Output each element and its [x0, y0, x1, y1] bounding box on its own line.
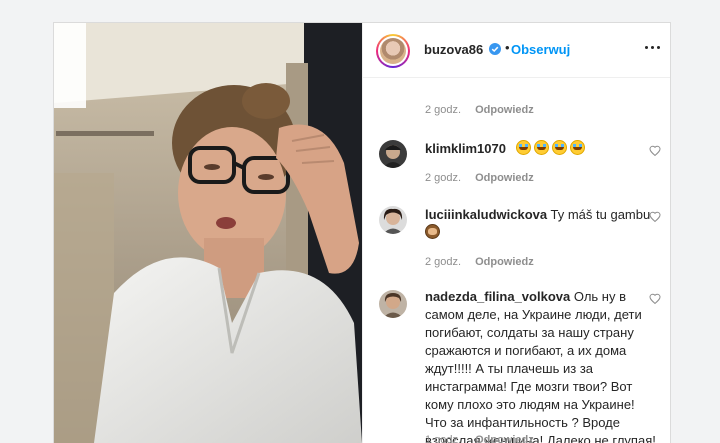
separator-dot: • [505, 40, 510, 55]
post-sidebar: buzova86 • Obserwuj 2 godz. Odpowiedz kl… [362, 23, 670, 443]
instagram-post: buzova86 • Obserwuj 2 godz. Odpowiedz kl… [53, 22, 671, 443]
emoji-group [515, 140, 588, 156]
author-username[interactable]: buzova86 [424, 42, 483, 57]
speak-no-evil-monkey-emoji [425, 224, 440, 239]
comment-meta: 2 godz. Odpowiedz [425, 172, 534, 184]
comment-time: 2 godz. [425, 172, 462, 184]
commenter-avatar[interactable] [379, 140, 407, 168]
grinning-sweat-emoji [515, 140, 531, 155]
commenter-avatar[interactable] [379, 206, 407, 234]
reply-button[interactable]: Odpowiedz [475, 172, 534, 184]
comment-meta: 2 godz. Odpowiedz [425, 256, 534, 268]
heart-icon[interactable] [649, 293, 661, 305]
post-video[interactable] [54, 23, 362, 443]
comment-meta: 2 godz. Odpowiedz [425, 104, 534, 116]
grinning-sweat-emoji [551, 140, 567, 155]
comment-text: klimklim1070 [425, 140, 659, 158]
verified-badge-icon [489, 43, 501, 55]
comment-username[interactable]: nadezda_filina_volkova [425, 289, 570, 304]
post-header: buzova86 • Obserwuj [363, 23, 670, 78]
heart-icon[interactable] [649, 211, 661, 223]
more-options-icon[interactable] [644, 44, 662, 52]
reply-button[interactable]: Odpowiedz [475, 256, 534, 268]
comment-time: 2 godz. [425, 256, 462, 268]
heart-icon[interactable] [649, 145, 661, 157]
grinning-sweat-emoji [569, 140, 585, 155]
comments-list[interactable]: 2 godz. Odpowiedz klimklim1070 2 godz. Odp… [363, 78, 670, 443]
comment-body: Ty máš tu gambu [550, 207, 651, 222]
comment-text: nadezda_filina_volkova Оль ну в самом де… [425, 288, 659, 443]
comment-body: Оль ну в самом деле, на Украине люди, де… [425, 289, 656, 443]
comment-username[interactable]: klimklim1070 [425, 141, 506, 156]
video-frame-image [54, 23, 362, 443]
comment-text: luciiinkaludwickova Ty máš tu gambu [425, 206, 659, 242]
comment-time: 2 godz. [425, 104, 462, 116]
commenter-avatar[interactable] [379, 290, 407, 318]
follow-button[interactable]: Obserwuj [511, 42, 570, 57]
comment-username[interactable]: luciiinkaludwickova [425, 207, 547, 222]
reply-button[interactable]: Odpowiedz [475, 104, 534, 116]
author-avatar[interactable] [376, 34, 410, 68]
grinning-sweat-emoji [533, 140, 549, 155]
